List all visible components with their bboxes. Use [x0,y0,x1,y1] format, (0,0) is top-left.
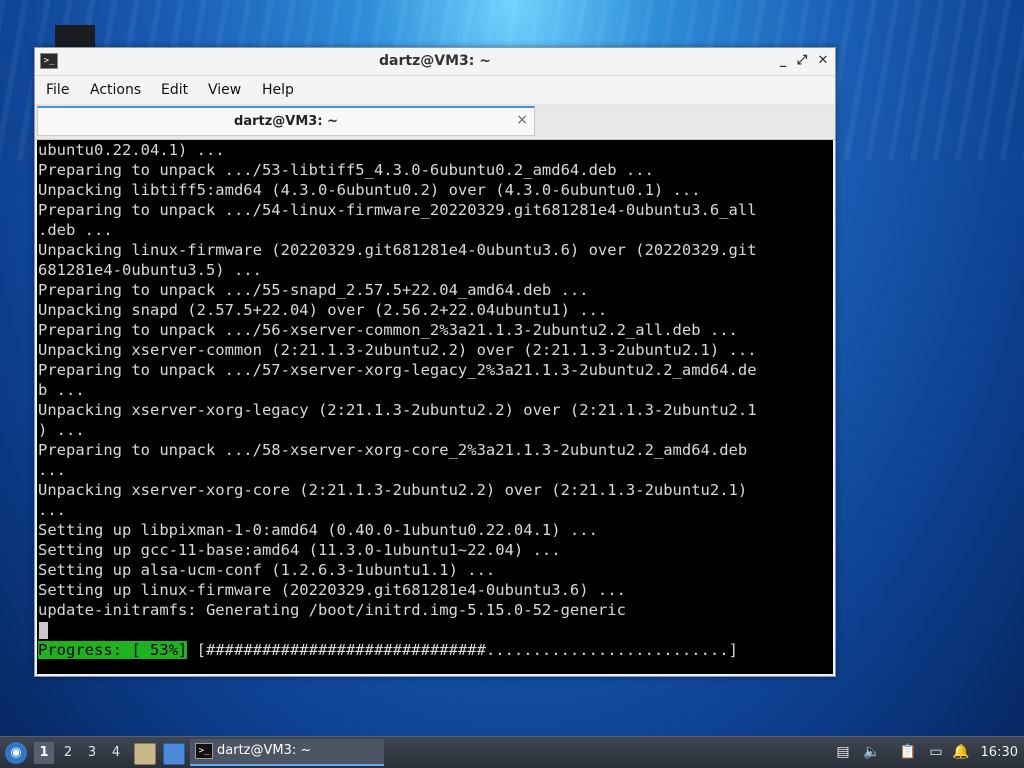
start-menu-icon[interactable]: ◉ [5,742,27,764]
workspace-4[interactable]: 4 [106,742,126,764]
update-notifier-icon[interactable]: ▤ [834,743,852,761]
terminal-line: update-initramfs: Generating /boot/initr… [38,601,626,619]
terminal-line: Unpacking libtiff5:amd64 (4.3.0-6ubuntu0… [38,181,701,199]
cursor-line [38,620,757,640]
file-manager-icon[interactable] [134,743,156,765]
terminal-line: Preparing to unpack .../53-libtiff5_4.3.… [38,161,654,179]
terminal-line: Unpacking xserver-xorg-core (2:21.1.3-2u… [38,481,748,499]
taskbar: ◉ 1 2 3 4 >_ dartz@VM3: ~ ▤ 🔈 📋 ▭ 🔔 16:3… [0,736,1024,768]
desktop-widget [55,25,95,49]
terminal-line: Setting up gcc-11-base:amd64 (11.3.0-1ub… [38,541,561,559]
menu-help[interactable]: Help [262,82,294,98]
show-desktop-icon[interactable] [163,743,185,765]
terminal-lines: ubuntu0.22.04.1) ... Preparing to unpack … [38,140,757,660]
maximize-button[interactable]: ⤢ [794,53,810,69]
terminal-tab[interactable]: dartz@VM3: ~ × [37,106,535,136]
terminal-line: Unpacking xserver-xorg-legacy (2:21.1.3-… [38,401,757,419]
terminal-line: b ... [38,381,85,399]
menu-file[interactable]: File [46,82,69,98]
terminal-line: Preparing to unpack .../57-xserver-xorg-… [38,361,757,379]
tab-label: dartz@VM3: ~ [234,114,338,129]
notification-icon[interactable]: 🔔 [952,743,970,761]
workspace-3[interactable]: 3 [82,742,102,764]
terminal-task-icon: >_ [195,743,213,759]
terminal-cursor [39,622,48,639]
taskbar-terminal-button[interactable]: >_ dartz@VM3: ~ [190,739,384,766]
terminal-line: Setting up alsa-ucm-conf (1.2.6.3-1ubunt… [38,561,496,579]
terminal-line: ) ... [38,421,85,439]
menu-view[interactable]: View [208,82,241,98]
terminal-line: Unpacking xserver-common (2:21.1.3-2ubun… [38,341,757,359]
minimize-button[interactable]: _ [775,53,791,69]
terminal-line: ... [38,461,66,479]
progress-line: Progress: [ 53%] [######################… [38,640,757,660]
menu-actions[interactable]: Actions [90,82,141,98]
progress-label: Progress: [ 53%] [38,641,188,659]
terminal-output[interactable]: ubuntu0.22.04.1) ... Preparing to unpack … [37,140,833,674]
menu-bar: File Actions Edit View Help [35,76,835,105]
window-titlebar[interactable]: >_ dartz@VM3: ~ _ ⤢ ✕ [35,48,835,76]
terminal-line: .deb ... [38,221,113,239]
terminal-line: Unpacking linux-firmware (20220329.git68… [38,241,757,259]
terminal-line: ubuntu0.22.04.1) ... [38,141,225,159]
window-title: dartz@VM3: ~ [379,53,491,69]
terminal-line: Preparing to unpack .../54-linux-firmwar… [38,201,757,219]
progress-bar: [##############################.........… [196,641,738,659]
progress-spacer [187,641,196,659]
terminal-line: Preparing to unpack .../58-xserver-xorg-… [38,441,748,459]
terminal-line: Setting up libpixman-1-0:amd64 (0.40.0-1… [38,521,598,539]
task-label: dartz@VM3: ~ [217,743,312,758]
workspace-1[interactable]: 1 [34,742,54,764]
network-icon[interactable]: ▭ [927,743,945,761]
terminal-line: Preparing to unpack .../56-xserver-commo… [38,321,738,339]
clock[interactable]: 16:30 [981,745,1018,760]
terminal-line: Unpacking snapd (2.57.5+22.04) over (2.5… [38,301,608,319]
terminal-window[interactable]: >_ dartz@VM3: ~ _ ⤢ ✕ File Actions Edit … [34,47,836,677]
tab-close-icon[interactable]: × [516,112,528,128]
tab-bar: dartz@VM3: ~ × [35,105,835,140]
terminal-line: 681281e4-0ubuntu3.5) ... [38,261,262,279]
volume-icon[interactable]: 🔈 [863,743,881,761]
close-button[interactable]: ✕ [815,53,831,69]
terminal-line: ... [38,501,66,519]
menu-edit[interactable]: Edit [161,82,188,98]
clipboard-icon[interactable]: 📋 [899,743,917,761]
terminal-line: Preparing to unpack .../55-snapd_2.57.5+… [38,281,589,299]
workspace-2[interactable]: 2 [58,742,78,764]
terminal-line: Setting up linux-firmware (20220329.git6… [38,581,626,599]
